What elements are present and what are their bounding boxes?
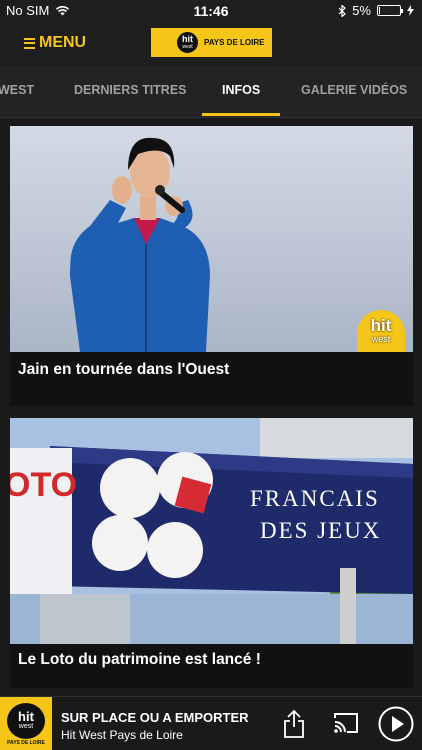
article-image-loto: OTO FRANCAIS DES JEUX (10, 418, 413, 644)
status-bar: No SIM 11:46 5% (0, 0, 422, 22)
article-title-jain[interactable]: Jain en tournée dans l'Ouest (18, 361, 229, 379)
hamburger-icon (24, 37, 35, 49)
sign-side-text: OTO (10, 466, 77, 504)
badge-west: west (371, 334, 391, 344)
logo-hit: hit (182, 34, 193, 44)
menu-label: MENU (39, 34, 87, 51)
share-icon[interactable] (283, 709, 305, 739)
tab-west[interactable]: WEST (0, 83, 34, 97)
player-logo-region: PAYS DE LOIRE (7, 739, 45, 746)
play-icon[interactable] (378, 706, 414, 742)
logo-circle: hit west (175, 30, 200, 55)
bluetooth-icon (338, 4, 347, 17)
cast-icon[interactable] (333, 712, 359, 734)
battery-fill (379, 7, 380, 14)
tab-galerie-videos[interactable]: GALERIE VIDÉOS (301, 83, 407, 97)
now-playing-title[interactable]: SUR PLACE OU A EMPORTER (61, 710, 249, 725)
tab-derniers-titres[interactable]: DERNIERS TITRES (74, 83, 187, 97)
singer-illustration (10, 126, 413, 352)
article-card-loto[interactable]: OTO FRANCAIS DES JEUX Le Loto du patrimo… (10, 418, 413, 688)
player-logo-west: west (18, 722, 34, 730)
logo-region: PAYS DE LOIRE (204, 38, 265, 47)
active-tab-indicator (202, 113, 280, 116)
logo-west: west (182, 44, 193, 50)
sign-brand-line2: DES JEUX (260, 518, 381, 543)
tab-infos[interactable]: INFOS (222, 83, 260, 97)
fdj-sign-illustration: OTO FRANCAIS DES JEUX (10, 418, 413, 644)
app-header: MENU hit west PAYS DE LOIRE (0, 22, 422, 66)
hit-west-badge: hit west (357, 310, 405, 352)
battery-icon (377, 5, 403, 16)
mini-player: hit west PAYS DE LOIRE SUR PLACE OU A EM… (0, 696, 422, 750)
charging-icon (407, 5, 414, 16)
category-tabs: WEST DERNIERS TITRES INFOS GALERIE VIDÉO… (0, 66, 422, 118)
now-playing-station[interactable]: Hit West Pays de Loire (61, 728, 183, 742)
article-title-loto[interactable]: Le Loto du patrimoine est lancé ! (18, 651, 261, 669)
badge-hit: hit (370, 316, 392, 335)
station-logo: hit west PAYS DE LOIRE (151, 28, 272, 57)
article-image-jain: hit west (10, 126, 413, 352)
article-card-jain[interactable]: hit west Jain en tournée dans l'Ouest (10, 126, 413, 406)
menu-button[interactable]: MENU (24, 34, 86, 52)
status-right: 5% (338, 3, 414, 18)
player-station-logo[interactable]: hit west PAYS DE LOIRE (0, 697, 52, 750)
battery-percent: 5% (352, 3, 371, 18)
player-logo-circle: hit west (7, 702, 45, 739)
player-logo-hit: hit (18, 708, 34, 724)
sign-brand-line1: FRANCAIS (250, 486, 380, 511)
